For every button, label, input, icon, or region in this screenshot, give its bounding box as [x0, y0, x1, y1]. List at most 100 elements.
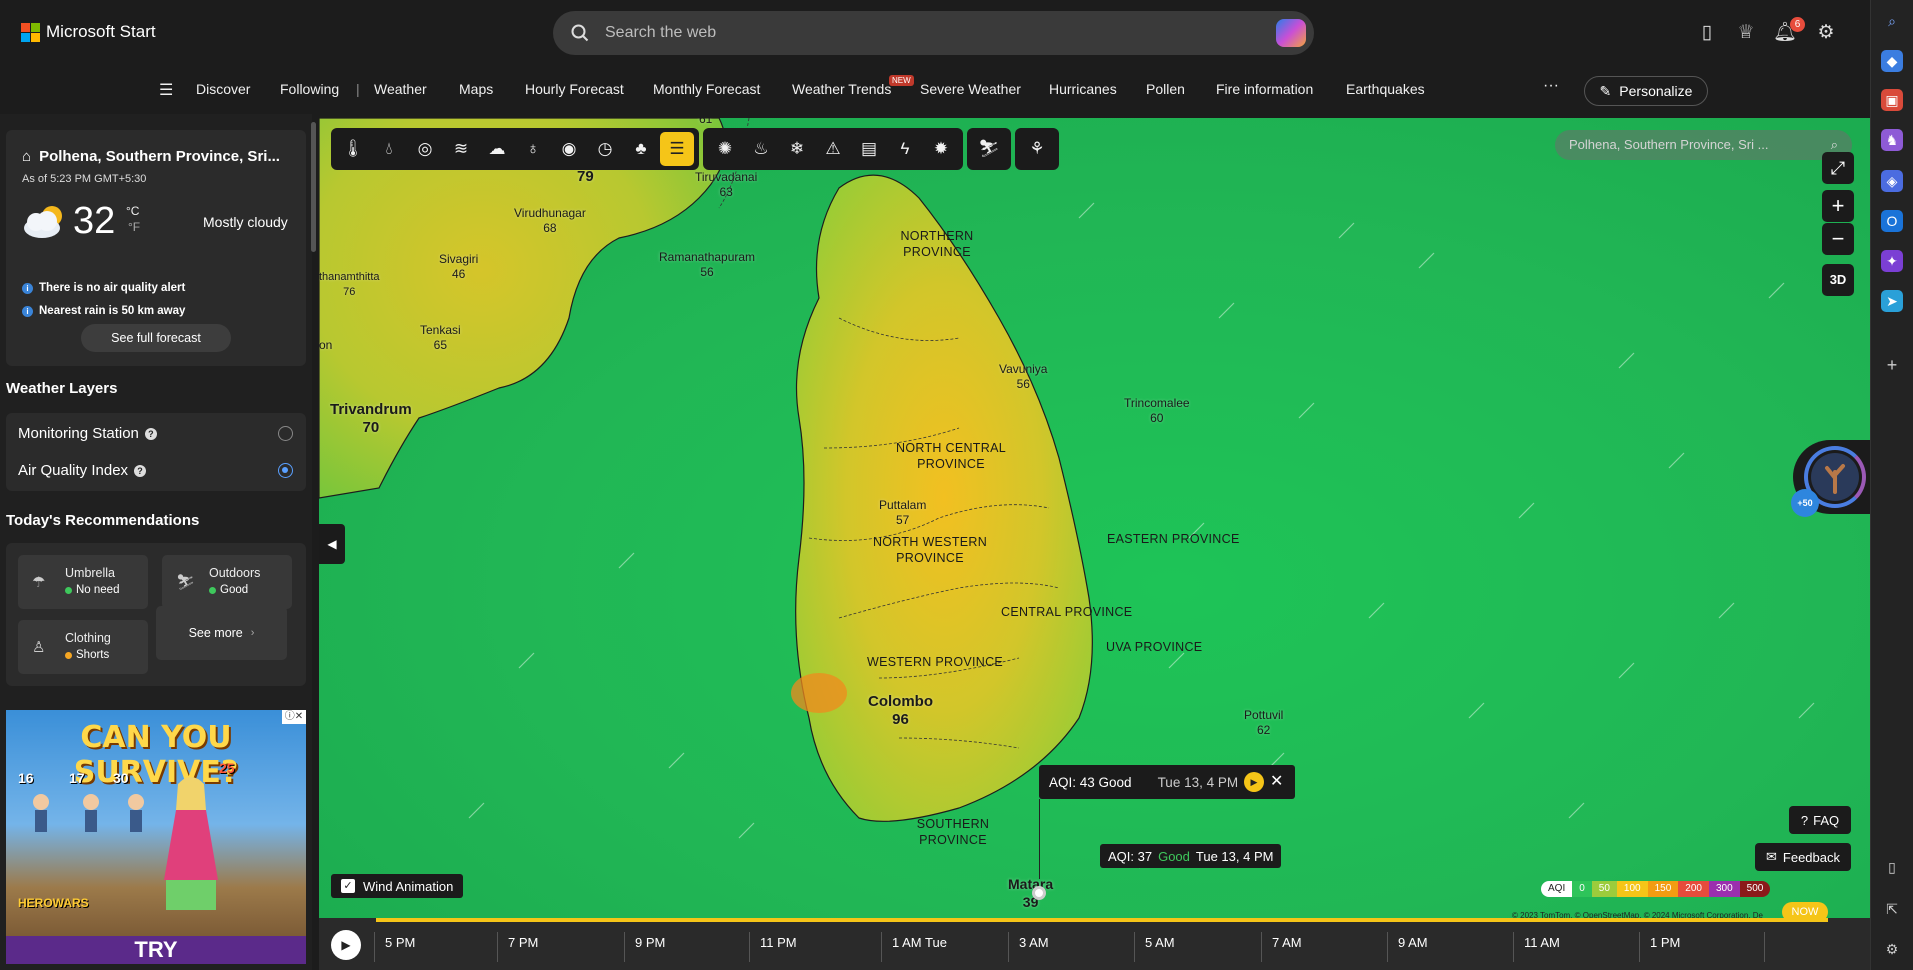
recommendation-clothing[interactable]: ♙ Clothing Shorts: [18, 620, 148, 674]
nav-monthly-forecast[interactable]: Monthly Forecast: [653, 81, 760, 97]
rewards-avatar-widget[interactable]: +50: [1791, 440, 1870, 517]
timeline-tick[interactable]: 7 AM: [1261, 932, 1302, 962]
hamburger-menu-icon[interactable]: ☰: [159, 80, 173, 100]
humidity-icon[interactable]: ♁: [516, 132, 550, 166]
timeline-tick[interactable]: 5 PM: [374, 932, 415, 962]
city-puttalam[interactable]: Puttalam 57: [879, 498, 926, 528]
zoom-in-icon[interactable]: +: [1822, 190, 1854, 222]
plant-icon[interactable]: ⚘: [1020, 132, 1054, 166]
recommendation-umbrella[interactable]: ☂ Umbrella No need: [18, 555, 148, 609]
sidebar-add-icon[interactable]: +: [1881, 354, 1903, 376]
checkbox-checked-icon[interactable]: ✓: [341, 879, 355, 893]
timeline-tick[interactable]: 9 PM: [624, 932, 665, 962]
timeline-tick[interactable]: 7 PM: [497, 932, 538, 962]
close-icon[interactable]: ✕: [1270, 771, 1283, 791]
city-pathanamthitta[interactable]: thanamthitta 76: [319, 270, 380, 300]
air-quality-index-radio[interactable]: [278, 463, 293, 478]
snow-icon[interactable]: ❄: [780, 132, 814, 166]
brand-logo[interactable]: Microsoft Start: [21, 22, 156, 42]
city-ramanathapuram[interactable]: Ramanathapuram 56: [659, 250, 755, 280]
city-vavuniya[interactable]: Vavuniya 56: [999, 362, 1047, 392]
nav-maps[interactable]: Maps: [459, 81, 493, 97]
layer-monitoring-station[interactable]: Monitoring Station ?: [18, 425, 157, 442]
see-full-forecast-button[interactable]: See full forecast: [81, 324, 231, 352]
fog-icon[interactable]: ▤: [852, 132, 886, 166]
nav-earthquakes[interactable]: Earthquakes: [1346, 81, 1425, 97]
nav-fire-information[interactable]: Fire information: [1216, 81, 1313, 97]
3d-toggle-button[interactable]: 3D: [1822, 264, 1854, 296]
timeline-tick[interactable]: 11 AM: [1513, 932, 1560, 962]
sidebar-panel-icon[interactable]: ▯: [1881, 856, 1903, 878]
radar-icon[interactable]: ◎: [408, 132, 442, 166]
wind-animation-toggle[interactable]: ✓ Wind Animation: [331, 874, 464, 898]
nav-severe-weather[interactable]: Severe Weather: [920, 81, 1021, 97]
fullscreen-icon[interactable]: ⤢: [1822, 152, 1854, 184]
monitoring-station-radio[interactable]: [278, 426, 293, 441]
sidebar-settings-icon[interactable]: ⚙: [1881, 938, 1903, 960]
temperature-icon[interactable]: 🌡︎: [336, 132, 370, 166]
help-icon[interactable]: ?: [134, 464, 147, 477]
pollen-icon[interactable]: ♣: [624, 132, 658, 166]
rewards-trophy-icon[interactable]: ♕: [1733, 20, 1759, 46]
play-icon[interactable]: ▶: [331, 930, 361, 960]
unit-fahrenheit[interactable]: °F: [128, 220, 140, 234]
faq-button[interactable]: ? FAQ: [1789, 806, 1851, 834]
see-more-button[interactable]: See more ›: [156, 606, 287, 660]
timeline-tick[interactable]: 9 AM: [1387, 932, 1428, 962]
earthquake-icon[interactable]: ✹: [924, 132, 958, 166]
more-options-icon[interactable]: ···: [1543, 77, 1559, 95]
nav-hourly-forecast[interactable]: Hourly Forecast: [525, 81, 624, 97]
sidebar-external-link-icon[interactable]: ⇱: [1881, 898, 1903, 920]
zoom-out-icon[interactable]: −: [1822, 223, 1854, 255]
wildfire-icon[interactable]: ♨: [744, 132, 778, 166]
weather-map[interactable]: 61 79 Tiruvadanai 63 Virudhunagar 68 Sivag…: [319, 118, 1870, 970]
warning-icon[interactable]: ⚠: [816, 132, 850, 166]
sidebar-search-icon[interactable]: ⌕: [1881, 10, 1903, 32]
nav-discover[interactable]: Discover: [196, 81, 250, 97]
settings-gear-icon[interactable]: ⚙: [1813, 20, 1839, 46]
city-matara[interactable]: Matara 39: [1008, 875, 1053, 911]
timeline-tick[interactable]: 11 PM: [749, 932, 797, 962]
help-icon[interactable]: ?: [144, 427, 157, 440]
timeline-tick[interactable]: 3 AM: [1008, 932, 1049, 962]
weather-location[interactable]: ⌂ Polhena, Southern Province, Sri...: [22, 148, 280, 165]
phone-icon[interactable]: ▯: [1694, 20, 1720, 46]
nav-weather[interactable]: Weather: [374, 81, 427, 97]
sidebar-tag-icon[interactable]: ◆: [1881, 50, 1903, 72]
visibility-icon[interactable]: ◉: [552, 132, 586, 166]
nav-hurricanes[interactable]: Hurricanes: [1049, 81, 1117, 97]
timeline-tick[interactable]: 1 AM Tue: [881, 932, 947, 962]
collapse-panel-icon[interactable]: ◀: [319, 524, 345, 564]
sidebar-outlook-icon[interactable]: O: [1881, 210, 1903, 232]
ad-try-button[interactable]: TRY: [6, 936, 306, 964]
lightning-icon[interactable]: ϟ: [888, 132, 922, 166]
recommendation-outdoors[interactable]: ⛷ Outdoors Good: [162, 555, 292, 609]
ski-icon[interactable]: ⛷: [972, 132, 1006, 166]
sidebar-toolbox-icon[interactable]: ▣: [1881, 89, 1903, 111]
air-quality-icon[interactable]: ☰: [660, 132, 694, 166]
city-pottuvil[interactable]: Pottuvil 62: [1244, 708, 1283, 738]
web-search-box[interactable]: Search the web: [553, 11, 1314, 55]
current-weather-card[interactable]: ⌂ Polhena, Southern Province, Sri... As …: [6, 130, 306, 366]
timeline-tick[interactable]: 1 PM: [1639, 932, 1680, 962]
city-tenkasi[interactable]: Tenkasi 65: [420, 323, 461, 353]
advertisement[interactable]: CAN YOU SURVIVE? 16 17 30 25 HEROWARS TR…: [6, 710, 306, 964]
sidebar-designer-icon[interactable]: ✦: [1881, 250, 1903, 272]
play-forecast-icon[interactable]: ▶: [1244, 772, 1264, 792]
timeline-bar[interactable]: ▶ 5 PM 7 PM 9 PM 11 PM 1 AM Tue 3 AM 5 A…: [319, 918, 1870, 970]
sidebar-send-icon[interactable]: ➤: [1881, 290, 1903, 312]
personalize-button[interactable]: ✎ Personalize: [1584, 76, 1708, 106]
nav-pollen[interactable]: Pollen: [1146, 81, 1185, 97]
timeline-tick[interactable]: 5 AM: [1134, 932, 1175, 962]
location-pin[interactable]: [1032, 886, 1046, 900]
map-location-search[interactable]: Polhena, Southern Province, Sri ... ⌕: [1555, 130, 1852, 160]
left-panel-scrollbar[interactable]: [311, 122, 316, 252]
sidebar-games-icon[interactable]: ♞: [1881, 129, 1903, 151]
city-tiruvadanai[interactable]: Tiruvadanai 63: [695, 170, 757, 200]
pressure-gauge-icon[interactable]: ◷: [588, 132, 622, 166]
timeline-progress[interactable]: [376, 918, 1828, 922]
feedback-button[interactable]: ✉ Feedback: [1755, 843, 1851, 871]
wind-icon[interactable]: ≋: [444, 132, 478, 166]
layer-air-quality-index[interactable]: Air Quality Index ?: [18, 462, 147, 479]
hurricane-icon[interactable]: ✺: [708, 132, 742, 166]
